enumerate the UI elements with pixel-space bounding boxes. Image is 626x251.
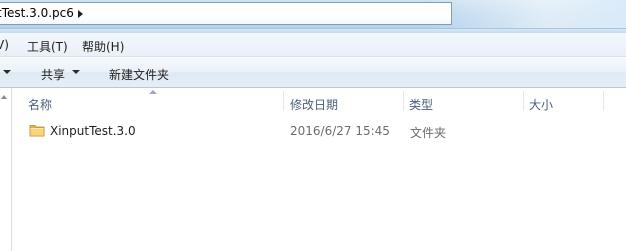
breadcrumb-chevron-icon[interactable] — [78, 10, 83, 18]
column-divider[interactable] — [523, 91, 524, 111]
command-bar: 共享 新建文件夹 — [0, 57, 626, 88]
column-headers: 名称 修改日期 类型 大小 — [12, 88, 626, 114]
column-header-modified[interactable]: 修改日期 — [290, 96, 338, 113]
nav-scroll-up-icon[interactable] — [1, 95, 7, 99]
column-header-type[interactable]: 类型 — [409, 96, 433, 113]
column-divider[interactable] — [603, 91, 604, 111]
share-label[interactable]: 共享 — [41, 66, 65, 83]
column-header-size[interactable]: 大小 — [529, 96, 553, 113]
organize-dropdown-icon[interactable] — [3, 70, 11, 74]
share-dropdown-icon[interactable] — [72, 70, 80, 74]
sort-ascending-icon — [149, 90, 157, 94]
address-path[interactable]: tTest.3.0.pc6 — [0, 6, 74, 20]
column-divider[interactable] — [283, 91, 284, 111]
file-name[interactable]: XinputTest.3.0 — [50, 124, 136, 138]
menu-tools[interactable]: 工具(T) — [27, 38, 68, 55]
title-bar: tTest.3.0.pc6 — [0, 0, 626, 33]
file-modified: 2016/6/27 15:45 — [290, 124, 390, 138]
column-header-name[interactable]: 名称 — [28, 96, 52, 113]
folder-icon — [29, 125, 45, 137]
menu-view[interactable]: V) — [0, 38, 9, 52]
navigation-pane[interactable] — [0, 88, 12, 251]
menu-help[interactable]: 帮助(H) — [82, 38, 124, 55]
new-folder-button[interactable]: 新建文件夹 — [109, 66, 169, 83]
file-type: 文件夹 — [410, 126, 447, 140]
menu-bar: V) 工具(T) 帮助(H) — [0, 33, 626, 57]
file-row[interactable]: XinputTest.3.0 2016/6/27 15:45 文件夹 — [12, 120, 602, 142]
address-bar[interactable]: tTest.3.0.pc6 — [0, 2, 452, 25]
column-divider[interactable] — [403, 91, 404, 111]
